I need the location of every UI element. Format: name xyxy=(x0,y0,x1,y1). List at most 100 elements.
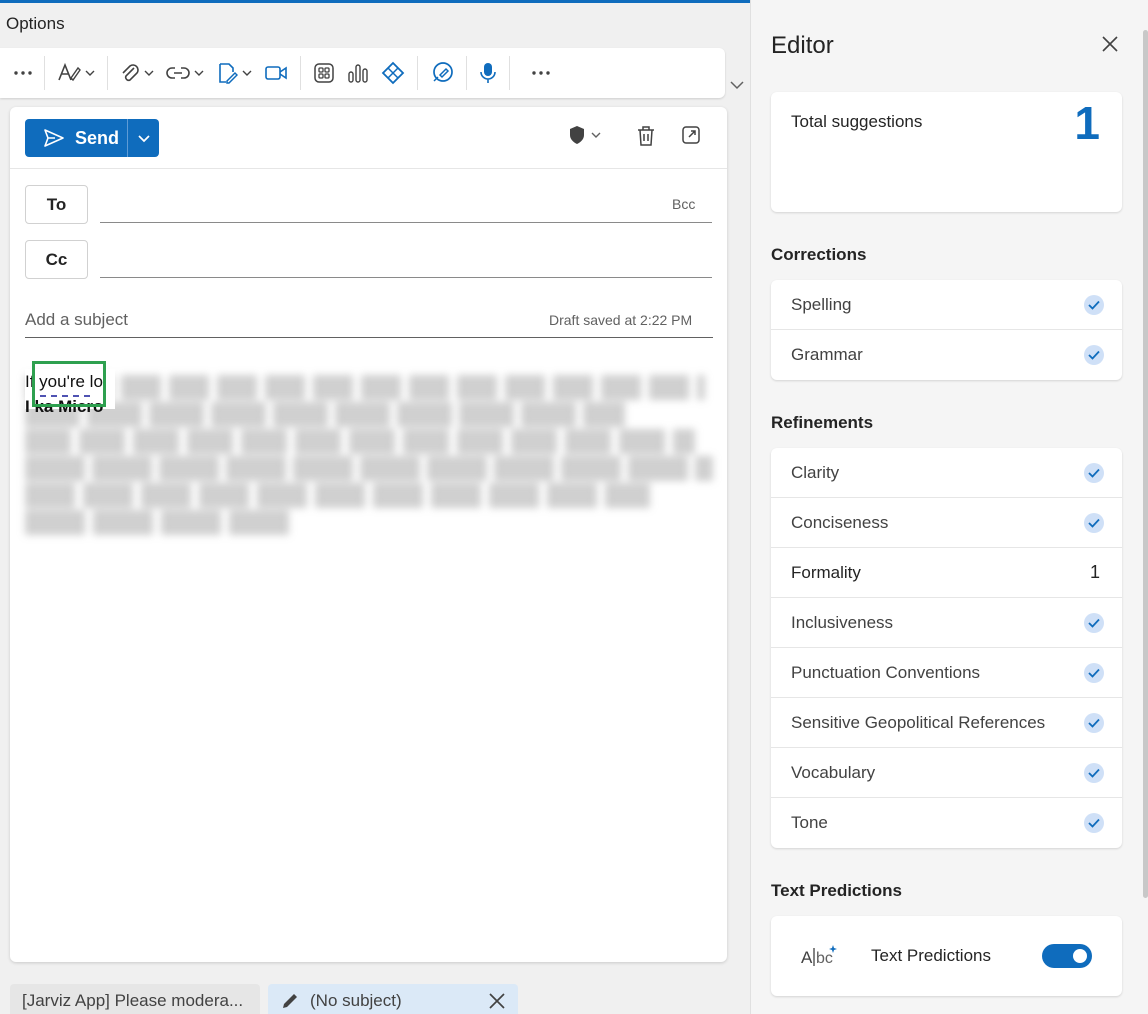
more-actions-button[interactable] xyxy=(8,56,38,90)
close-icon[interactable] xyxy=(488,992,506,1010)
dictate-button[interactable] xyxy=(473,56,503,90)
draft-tab[interactable]: [Jarviz App] Please modera... xyxy=(10,984,260,1014)
ellipsis-icon xyxy=(532,71,550,75)
link-icon xyxy=(166,67,190,79)
divider xyxy=(300,56,301,90)
divider xyxy=(509,56,510,90)
chevron-down-icon xyxy=(194,70,204,76)
checkmark-icon xyxy=(1084,813,1104,833)
sensitivity-button[interactable] xyxy=(568,125,602,145)
checkmark-icon xyxy=(1084,345,1104,365)
insert-link-button[interactable] xyxy=(160,56,210,90)
pop-out-button[interactable] xyxy=(681,125,701,145)
draft-tab-label: [Jarviz App] Please modera... xyxy=(22,991,244,1010)
expand-ribbon-button[interactable] xyxy=(729,78,745,96)
ellipsis-icon xyxy=(14,71,32,75)
attach-file-button[interactable] xyxy=(114,56,160,90)
send-icon xyxy=(44,129,64,147)
checkmark-icon xyxy=(1084,512,1104,533)
chevron-down-icon xyxy=(85,70,95,76)
total-suggestions-card: Total suggestions 1 xyxy=(771,92,1122,212)
corrections-card: Spelling Grammar xyxy=(771,280,1122,380)
to-field[interactable] xyxy=(100,222,712,223)
total-suggestions-label: Total suggestions xyxy=(791,112,923,131)
video-camera-icon xyxy=(265,66,287,80)
checkmark-icon xyxy=(1084,294,1104,315)
microphone-icon xyxy=(480,63,496,83)
chevron-down-icon xyxy=(591,132,601,138)
divider xyxy=(10,168,727,169)
refinement-sensitive-geopolitical-references[interactable]: Sensitive Geopolitical References xyxy=(771,698,1122,748)
message-body-blurred[interactable] xyxy=(25,369,713,535)
text-predictions-icon: Abc xyxy=(801,945,837,967)
svg-text:A: A xyxy=(801,948,813,967)
compose-form: Send To Bcc Cc Add a subject Draft saved… xyxy=(10,107,727,962)
more-options-button[interactable] xyxy=(516,56,566,90)
loop-component-button[interactable] xyxy=(375,56,411,90)
refinement-conciseness[interactable]: Conciseness xyxy=(771,498,1122,548)
close-editor-button[interactable] xyxy=(1101,35,1119,58)
suggestion-count: 1 xyxy=(1089,562,1100,582)
refinement-inclusiveness[interactable]: Inclusiveness xyxy=(771,598,1122,648)
subject-underline xyxy=(25,337,713,338)
bcc-button[interactable]: Bcc xyxy=(672,196,695,212)
divider xyxy=(44,56,45,90)
ribbon-toolbar xyxy=(0,48,725,98)
refinement-clarity[interactable]: Clarity xyxy=(771,448,1122,498)
cc-button[interactable]: Cc xyxy=(25,240,88,279)
divider xyxy=(417,56,418,90)
refinement-tone[interactable]: Tone xyxy=(771,798,1122,848)
format-text-icon xyxy=(58,62,81,82)
draft-tabs-bar: [Jarviz App] Please modera... (No subjec… xyxy=(0,972,750,1014)
checkmark-icon xyxy=(1084,462,1104,483)
tab-options[interactable]: Options xyxy=(6,14,65,34)
bar-chart-icon xyxy=(348,64,368,83)
subject-input[interactable]: Add a subject xyxy=(25,310,128,330)
divider xyxy=(466,56,467,90)
pencil-icon xyxy=(283,994,297,1008)
format-text-button[interactable] xyxy=(51,56,101,90)
chevron-down-icon xyxy=(242,70,252,76)
signature-icon xyxy=(219,63,238,84)
text-predictions-card: Abc Text Predictions xyxy=(771,916,1122,996)
text-predictions-toggle[interactable] xyxy=(1042,944,1092,968)
signature-button[interactable] xyxy=(210,56,258,90)
send-button[interactable]: Send xyxy=(25,119,128,157)
close-icon xyxy=(1102,36,1118,52)
refinements-heading: Refinements xyxy=(771,413,874,432)
chevron-down-icon xyxy=(730,81,744,90)
editor-title: Editor xyxy=(771,32,834,59)
text-predictions-heading: Text Predictions xyxy=(771,881,902,900)
poll-button[interactable] xyxy=(341,56,375,90)
send-options-dropdown[interactable] xyxy=(128,119,159,157)
checkmark-icon xyxy=(1084,662,1104,683)
checkmark-icon xyxy=(1084,612,1104,633)
scrollbar[interactable] xyxy=(1143,30,1148,898)
to-button[interactable]: To xyxy=(25,185,88,224)
refinements-card: Clarity Conciseness Formality 1 Inclusiv… xyxy=(771,448,1122,848)
teams-meeting-button[interactable] xyxy=(258,56,294,90)
send-label: Send xyxy=(75,127,120,148)
loop-icon xyxy=(381,61,405,85)
draft-status: Draft saved at 2:22 PM xyxy=(549,312,693,328)
checkmark-icon xyxy=(1084,762,1104,783)
refinement-vocabulary[interactable]: Vocabulary xyxy=(771,748,1122,798)
trash-icon xyxy=(638,126,654,146)
row-label: Spelling xyxy=(791,294,852,314)
draft-tab-active[interactable]: (No subject) xyxy=(268,984,518,1014)
row-label: Vocabulary xyxy=(791,762,876,782)
refinement-formality[interactable]: Formality 1 xyxy=(771,548,1122,598)
row-label: Conciseness xyxy=(791,512,889,532)
cc-field[interactable] xyxy=(100,277,712,278)
apps-button[interactable] xyxy=(307,56,341,90)
correction-grammar[interactable]: Grammar xyxy=(771,330,1122,380)
editor-button[interactable] xyxy=(424,56,460,90)
discard-button[interactable] xyxy=(636,125,656,147)
draft-tab-label: (No subject) xyxy=(310,991,402,1010)
pop-out-icon xyxy=(682,126,700,144)
row-label: Formality xyxy=(791,562,861,582)
correction-spelling[interactable]: Spelling xyxy=(771,280,1122,330)
row-label: Sensitive Geopolitical References xyxy=(791,712,1046,732)
text-predictions-label: Text Predictions xyxy=(871,946,991,965)
refinement-punctuation-conventions[interactable]: Punctuation Conventions xyxy=(771,648,1122,698)
